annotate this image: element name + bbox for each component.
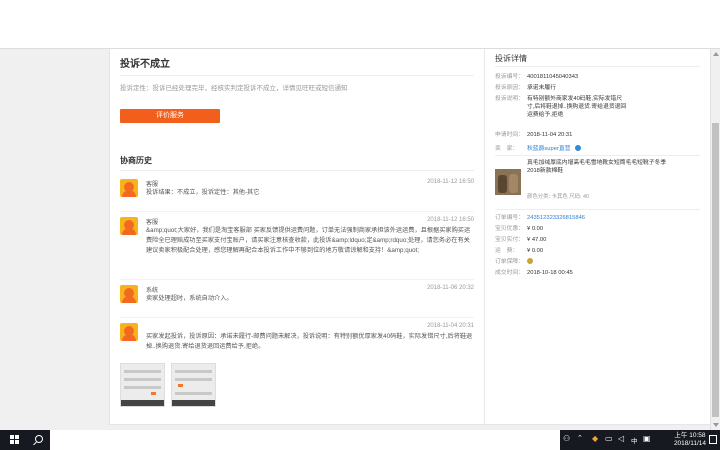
complaint-main: 投诉不成立 投诉定性：投诉已经处理完毕，经核实判定投诉不成立，详情见旺旺或短信通…	[110, 49, 484, 424]
history-entry: 客服 2018-11-12 16:50 &amp;quot;大家好，我们是淘宝客…	[120, 217, 474, 277]
divider	[495, 155, 700, 156]
scroll-thumb[interactable]	[712, 123, 719, 417]
notification-icon[interactable]	[709, 435, 717, 444]
taskbar-clock[interactable]: 上午 10:58 2018/11/14	[674, 432, 706, 448]
product-sku: 颜色分类: 卡其色 尺码: 40	[527, 194, 590, 200]
entry-text: 卖家处理超时，系统自动介入。	[146, 295, 233, 302]
entry-author: 系统	[146, 288, 159, 294]
history-entry: 客服 2018-11-12 16:50 投诉结果：不成立，投诉定性：其他-其它	[120, 179, 474, 209]
entry-text: &amp;quot;大家好，我们是淘宝客服部 买家反馈提供运费问题，订单无法强制…	[146, 227, 471, 254]
display-icon[interactable]: ▣	[643, 434, 651, 443]
people-icon[interactable]: ⚇	[563, 434, 570, 443]
history-entry: 系统 2018-11-06 20:32 卖家处理超时，系统自动介入。	[120, 285, 474, 315]
entry-text: 投诉结果：不成立，投诉定性：其他-其它	[146, 189, 260, 196]
windows-logo-icon	[10, 435, 20, 445]
scroll-up-arrow-icon[interactable]	[713, 52, 719, 56]
divider	[120, 75, 474, 76]
entry-time: 2018-11-04 20:31	[427, 323, 474, 329]
evidence-image[interactable]	[120, 363, 165, 407]
divider	[120, 211, 474, 212]
top-header	[0, 0, 720, 49]
clock-time: 上午 10:58	[674, 432, 706, 439]
product-title[interactable]: 真毛加绒厚底内增高毛毛雪地靴女短筒毛毛短靴子冬季2018新款棉鞋	[527, 159, 677, 175]
order-id-link[interactable]: 243512323326815846	[527, 214, 699, 222]
taskbar-search-button[interactable]	[30, 430, 50, 450]
page-scrollbar[interactable]	[710, 49, 720, 430]
avatar-icon	[120, 179, 138, 197]
history-title: 协商历史	[120, 156, 152, 165]
taskbar-apps-area	[50, 430, 560, 450]
start-button[interactable]	[0, 430, 30, 450]
divider	[495, 66, 700, 67]
network-icon[interactable]: ▭	[605, 434, 613, 443]
seller-link[interactable]: 秋蓝爵super直营	[527, 145, 699, 153]
status-description: 投诉定性：投诉已经处理完毕，经核实判定投诉不成立，详情见旺旺或短信通知	[120, 85, 348, 92]
complaint-card: 投诉不成立 投诉定性：投诉已经处理完毕，经核实判定投诉不成立，详情见旺旺或短信通…	[109, 49, 711, 425]
tray-app-icon[interactable]: ◆	[592, 434, 598, 443]
scroll-down-arrow-icon[interactable]	[713, 423, 719, 427]
ime-indicator[interactable]: 中	[631, 435, 638, 445]
history-entry: 2018-11-04 20:31 买家发起投诉，投诉原因：承诺未履行-邮费问题未…	[120, 323, 474, 363]
volume-icon[interactable]: ◁	[618, 434, 624, 443]
avatar-icon	[120, 285, 138, 303]
product-thumbnail[interactable]	[495, 169, 521, 195]
divider	[120, 279, 474, 280]
status-title: 投诉不成立	[120, 59, 170, 70]
divider	[495, 209, 700, 210]
chevron-up-icon[interactable]: ⌃	[577, 434, 583, 442]
guarantee-medal-icon	[527, 258, 533, 265]
divider	[120, 170, 474, 171]
windows-taskbar: ⚇ ⌃ ◆ ▭ ◁ 中 ▣ 上午 10:58 2018/11/14	[0, 430, 720, 450]
entry-time: 2018-11-06 20:32	[427, 285, 474, 291]
sidebar-title: 投诉详情	[495, 54, 527, 63]
evidence-image[interactable]	[171, 363, 216, 407]
complaint-details-sidebar: 投诉详情 投诉编号： 4001811045040343 投诉原因： 承诺未履行 投诉…	[484, 49, 710, 424]
entry-time: 2018-11-12 16:50	[427, 217, 474, 223]
divider	[120, 317, 474, 318]
clock-date: 2018/11/14	[673, 440, 706, 447]
entry-time: 2018-11-12 16:50	[427, 179, 474, 185]
entry-text: 买家发起投诉，投诉原因：承诺未履行-邮费问题未解决，投诉说明：有特别额优厚家发4…	[146, 333, 473, 350]
avatar-icon	[120, 323, 138, 341]
wangwang-chat-icon[interactable]	[574, 145, 581, 152]
entry-author: 客服	[146, 182, 159, 188]
entry-author: 客服	[146, 220, 159, 226]
rate-service-button[interactable]: 评价服务	[120, 109, 220, 123]
avatar-icon	[120, 217, 138, 235]
